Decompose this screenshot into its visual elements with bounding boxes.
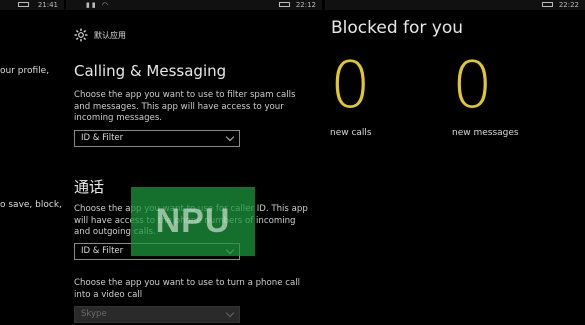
- app-title: 默认应用: [94, 30, 126, 40]
- spam-filter-description: Choose the app you want to use to filter…: [74, 90, 296, 123]
- gear-icon: [74, 28, 88, 42]
- status-bar: 22:22: [325, 0, 585, 10]
- profile-text: our profile,: [0, 66, 50, 76]
- status-time: 22:12: [295, 1, 316, 9]
- blocked-calls-label: new calls: [330, 128, 372, 138]
- app-header: 默认应用: [74, 28, 126, 42]
- chevron-down-icon: [225, 308, 235, 318]
- save-block-text: o save, block,: [0, 200, 62, 210]
- battery-icon: [542, 2, 553, 7]
- status-time: 21:41: [37, 1, 58, 9]
- signal-icons: ▮▮ ◠: [86, 1, 111, 9]
- blocked-messages-count[interactable]: 0: [452, 50, 493, 122]
- blocked-calls-count[interactable]: 0: [330, 50, 371, 122]
- blocked-messages-label: new messages: [452, 128, 519, 138]
- spam-filter-value: ID & Filter: [81, 133, 124, 143]
- blocked-title: Blocked for you: [331, 18, 464, 38]
- battery-icon: [279, 2, 290, 7]
- default-apps-panel: ▮▮ ◠ 22:12 默认应用 Calling & Messaging Choo…: [66, 0, 322, 325]
- spam-filter-dropdown[interactable]: ID & Filter: [74, 130, 240, 147]
- calling-messaging-title: Calling & Messaging: [74, 62, 227, 80]
- watermark-logo: NPU: [131, 187, 255, 256]
- blocked-panel: 22:22 Blocked for you 0 new calls 0 new …: [325, 0, 585, 325]
- status-time: 22:22: [558, 1, 579, 9]
- calls-section-title: 通话: [74, 178, 105, 196]
- status-bar: 21:41: [0, 0, 64, 10]
- status-bar: ▮▮ ◠ 22:12: [66, 0, 322, 10]
- battery-icon: [18, 2, 29, 7]
- caller-id-value: ID & Filter: [81, 246, 124, 256]
- video-call-value: Skype: [81, 309, 107, 319]
- chevron-down-icon: [225, 132, 235, 142]
- video-call-dropdown[interactable]: Skype: [74, 306, 240, 323]
- video-call-description: Choose the app you want to use to turn a…: [74, 278, 300, 300]
- left-panel: 21:41 our profile, o save, block,: [0, 0, 64, 325]
